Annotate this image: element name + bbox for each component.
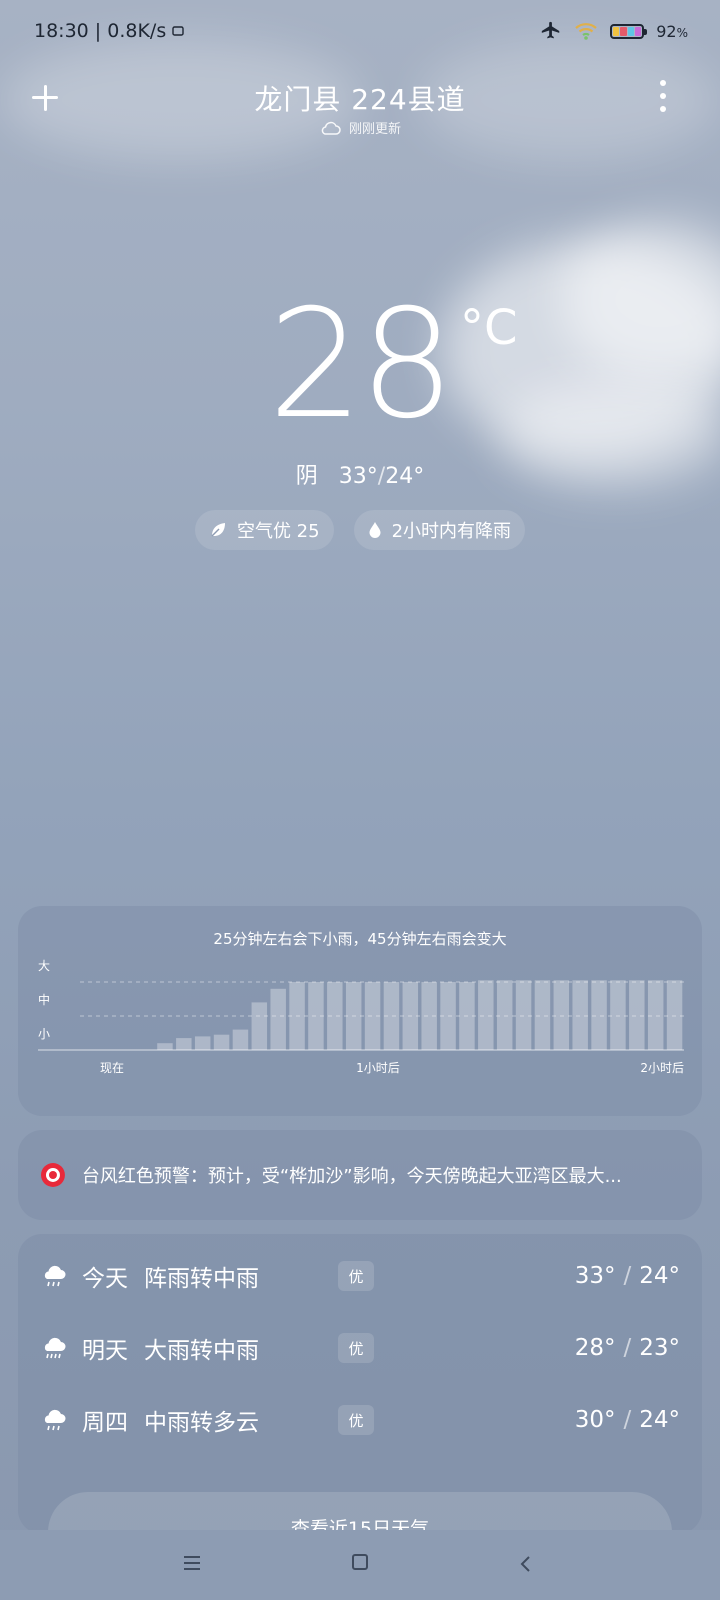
- chart-bar: [308, 982, 324, 1050]
- battery-icon: [610, 23, 648, 39]
- status-right: 92%: [540, 20, 688, 42]
- condition-text: 阴: [295, 464, 318, 489]
- precipitation-chart: 大中小现在 1小时后 2小时后: [38, 959, 684, 1075]
- forecast-day: 今天: [82, 1266, 128, 1292]
- rain-notice-pill[interactable]: 2小时内有降雨: [353, 510, 526, 550]
- chart-bar: [270, 988, 286, 1050]
- location-title[interactable]: 龙门县 224县道: [0, 78, 720, 118]
- chart-bar: [364, 982, 381, 1050]
- temperature-unit: °C: [460, 300, 518, 356]
- chart-bar: [496, 980, 513, 1050]
- chart-x-tick-label: 2小时后: [640, 1061, 684, 1075]
- chart-bar: [176, 1038, 192, 1050]
- nav-back-button[interactable]: [520, 1556, 532, 1572]
- chart-bar: [327, 982, 343, 1050]
- forecast-day: 明天: [82, 1338, 128, 1364]
- navigation-bar: [0, 1530, 720, 1600]
- forecast-desc: 中雨转多云: [144, 1410, 259, 1436]
- air-quality-text: 空气优 25: [236, 521, 320, 542]
- today-high: 33°: [338, 464, 378, 489]
- view-15-day-button[interactable]: 查看近15日天气: [48, 1492, 672, 1534]
- notification-icon: [172, 26, 184, 36]
- chart-bar: [194, 1036, 211, 1050]
- rain-cloud-icon: [44, 1337, 66, 1359]
- chart-bar: [157, 1043, 173, 1050]
- status-bar: 18:30 | 0.8K/s 92%: [0, 0, 720, 64]
- status-time-speed: 18:30 | 0.8K/s: [34, 20, 167, 42]
- chart-bar: [213, 1034, 230, 1050]
- forecast-row[interactable]: 今天 阵雨转中雨 优 33°/24°: [18, 1246, 702, 1306]
- forecast-row[interactable]: 明天 大雨转中雨 优 28°/23°: [18, 1318, 702, 1378]
- airplane-icon: [542, 21, 560, 39]
- chart-y-tick-label: 大: [38, 959, 50, 973]
- chart-bar: [345, 982, 362, 1050]
- chart-bar: [629, 980, 645, 1050]
- aqi-badge: 优: [338, 1333, 374, 1363]
- chart-bar: [402, 982, 419, 1050]
- alert-text: 台风红色预警：预计，受“桦加沙”影响，今天傍晚起大亚湾区最大...: [81, 1166, 622, 1187]
- chart-bar: [647, 980, 664, 1050]
- chart-bar: [251, 1002, 268, 1050]
- header: 龙门县 224县道 刚刚更新: [0, 70, 720, 150]
- nav-menu-button[interactable]: [184, 1556, 200, 1570]
- info-pills: 空气优 25 2小时内有降雨: [0, 510, 720, 550]
- precipitation-title: 25分钟左右会下小雨，45分钟左右雨会变大: [213, 930, 507, 948]
- forecast-row[interactable]: 周四 中雨转多云 优 30°/24°: [18, 1390, 702, 1450]
- current-temperature: 28: [268, 278, 455, 452]
- chart-bar: [289, 982, 305, 1050]
- rain-cloud-icon: [44, 1265, 66, 1287]
- chart-x-tick-label: 现在: [100, 1061, 124, 1075]
- chart-bar: [591, 980, 607, 1050]
- leaf-icon: [211, 523, 225, 537]
- raindrop-icon: [369, 522, 381, 538]
- chart-bar: [515, 980, 532, 1050]
- chart-bar: [459, 982, 475, 1050]
- rain-notice-text: 2小时内有降雨: [391, 521, 512, 542]
- chart-bar: [421, 982, 437, 1050]
- rain-cloud-icon: [44, 1409, 66, 1431]
- chart-bar: [553, 980, 570, 1050]
- condition-line: 阴 33°/24°: [295, 464, 425, 489]
- chart-bar: [383, 982, 400, 1050]
- chart-bar: [534, 980, 551, 1050]
- alert-icon: [40, 1163, 65, 1187]
- chart-bar: [610, 980, 626, 1050]
- chart-bar: [440, 982, 456, 1050]
- forecast-desc: 大雨转中雨: [144, 1338, 259, 1364]
- chart-x-tick-label: 1小时后: [356, 1061, 400, 1075]
- nav-home-button[interactable]: [352, 1554, 368, 1570]
- wifi-icon: [575, 23, 597, 40]
- typhoon-alert-card[interactable]: 台风红色预警：预计，受“桦加沙”影响，今天傍晚起大亚湾区最大...: [18, 1130, 702, 1220]
- forecast-card: 今天 阵雨转中雨 优 33°/24° 明天 大雨转中雨 优 28°/23° 周四…: [18, 1234, 702, 1534]
- air-quality-pill[interactable]: 空气优 25: [194, 510, 334, 550]
- chart-bar: [666, 980, 683, 1050]
- aqi-badge: 优: [338, 1261, 374, 1291]
- chart-y-tick-label: 小: [38, 1027, 50, 1041]
- chart-bar: [572, 980, 588, 1050]
- more-options-button[interactable]: [658, 80, 668, 112]
- chart-bar: [232, 1029, 249, 1050]
- precipitation-card[interactable]: 25分钟左右会下小雨，45分钟左右雨会变大 大中小现在 1小时后 2小时后: [18, 906, 702, 1116]
- today-low: 24°: [385, 464, 425, 489]
- update-status: 刚刚更新: [0, 118, 720, 137]
- battery-percent: 92%: [656, 21, 688, 41]
- current-temperature-block: 28 °C: [0, 290, 720, 440]
- forecast-desc: 阵雨转中雨: [144, 1266, 259, 1292]
- chart-y-tick-label: 中: [38, 992, 50, 1007]
- chart-bar: [478, 980, 494, 1050]
- forecast-temp: 33°/24°: [574, 1263, 680, 1289]
- update-text: 刚刚更新: [348, 122, 401, 137]
- cloud-icon: [321, 121, 341, 135]
- forecast-day: 周四: [82, 1410, 128, 1436]
- aqi-badge: 优: [338, 1405, 374, 1435]
- forecast-temp: 30°/24°: [574, 1407, 680, 1433]
- status-left: 18:30 | 0.8K/s: [34, 20, 184, 42]
- forecast-temp: 28°/23°: [574, 1335, 680, 1361]
